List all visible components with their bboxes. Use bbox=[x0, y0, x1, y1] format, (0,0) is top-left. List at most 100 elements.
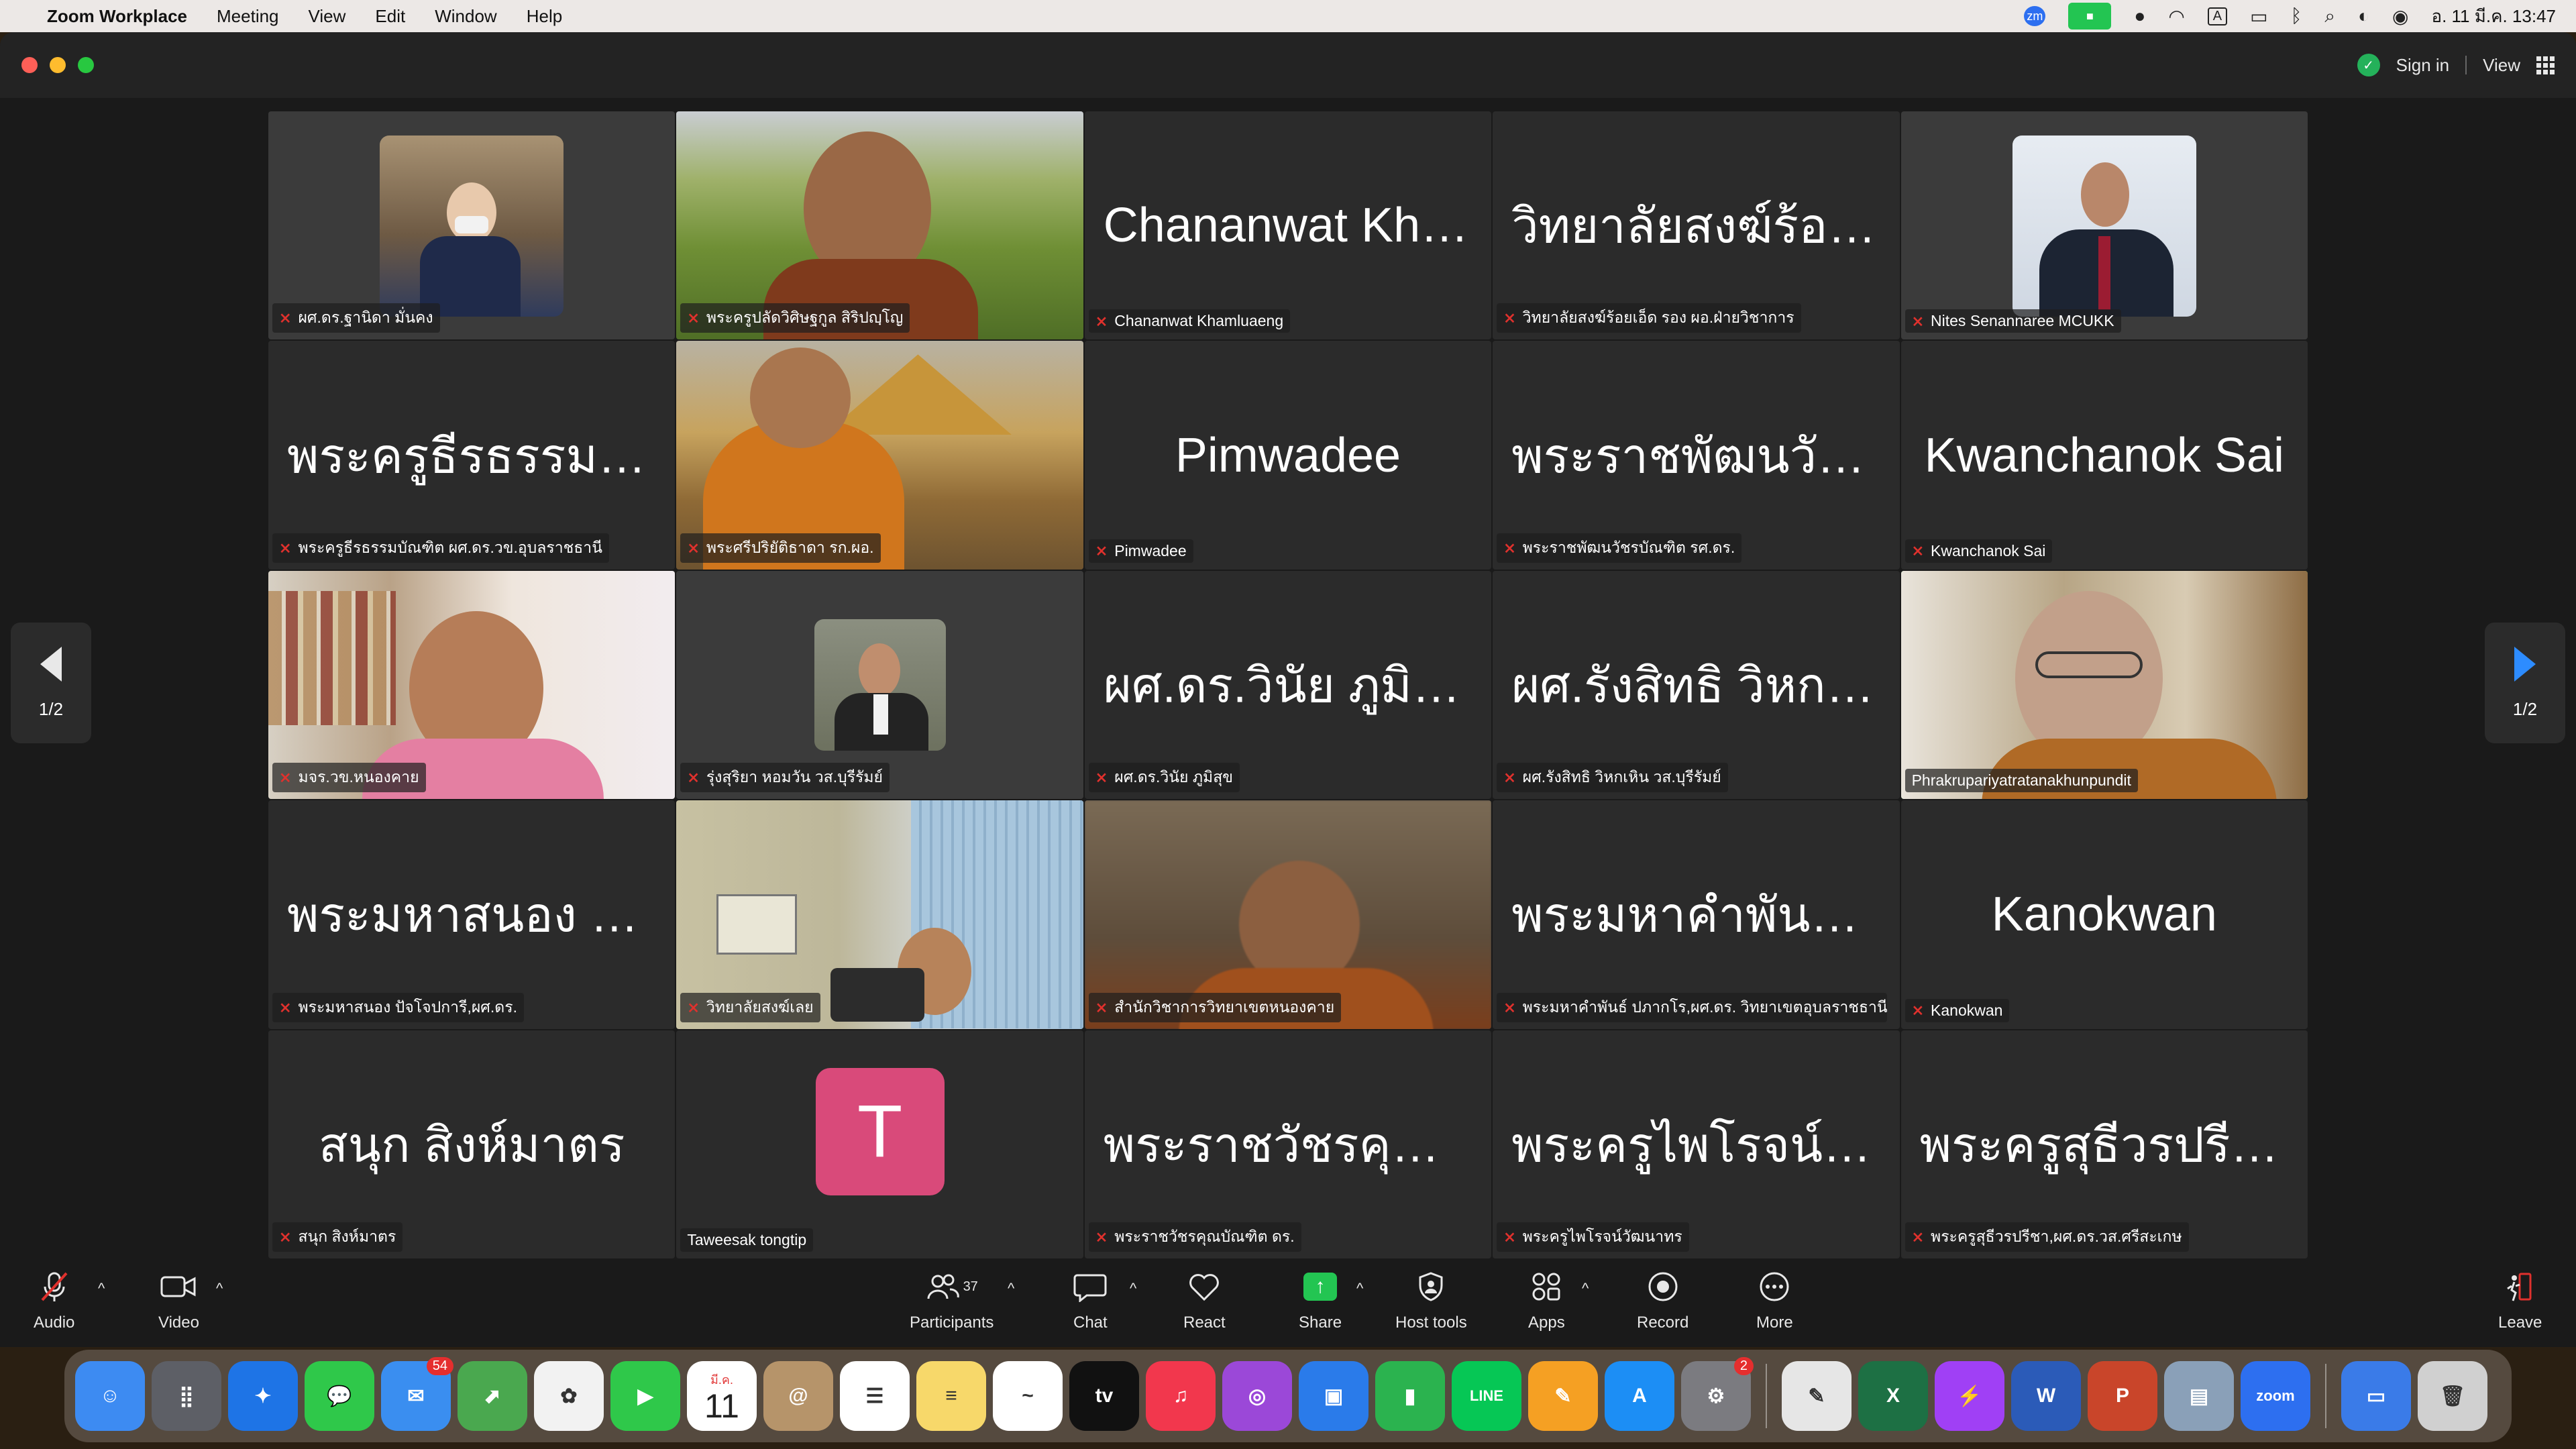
participant-tile[interactable]: Chananwat Kha... ⨯ Chananwat Khamluaeng bbox=[1084, 111, 1492, 340]
react-button[interactable]: React bbox=[1183, 1268, 1226, 1332]
participant-tile[interactable]: สนุก สิงห์มาตร ⨯ สนุก สิงห์มาตร bbox=[268, 1030, 676, 1258]
menu-app-name[interactable]: Zoom Workplace bbox=[47, 6, 187, 27]
battery-icon[interactable]: ▭ bbox=[2250, 5, 2267, 28]
dock-app-line-icon[interactable]: LINE bbox=[1452, 1361, 1521, 1431]
video-active-icon[interactable]: ■ bbox=[2068, 3, 2112, 30]
host-tools-button[interactable]: Host tools bbox=[1395, 1268, 1467, 1332]
menu-window[interactable]: Window bbox=[435, 6, 496, 27]
dock-app-keynote-icon[interactable]: ▣ bbox=[1299, 1361, 1368, 1431]
participant-tile[interactable]: พระครูไพโรจน์วั... ⨯ พระครูไพโรจน์วัฒนาทร bbox=[1493, 1030, 1900, 1258]
participant-tile[interactable]: ⨯ Nites Senannaree MCUKK bbox=[1900, 111, 2308, 340]
participants-options-caret-icon[interactable]: ^ bbox=[1008, 1280, 1014, 1297]
video-options-caret-icon[interactable]: ^ bbox=[216, 1280, 223, 1297]
leave-button[interactable]: Leave bbox=[2498, 1268, 2542, 1332]
chat-options-caret-icon[interactable]: ^ bbox=[1130, 1280, 1136, 1297]
wifi-icon[interactable]: ◠ bbox=[2168, 5, 2184, 28]
dock-app-launchpad-icon[interactable]: ⣿ bbox=[152, 1361, 221, 1431]
dock-app-podcasts-icon[interactable]: ◎ bbox=[1222, 1361, 1292, 1431]
participant-tile[interactable]: ผศ.ดร.วินัย ภูมิสุข ⨯ ผศ.ดร.วินัย ภูมิสุข bbox=[1084, 570, 1492, 800]
participant-tile[interactable]: ⨯ พระครูปลัดวิศิษฐกูล สิริปญฺโญ bbox=[676, 111, 1083, 340]
sign-in-button[interactable]: Sign in bbox=[2396, 55, 2450, 76]
dock-app-facetime-icon[interactable]: ▶ bbox=[610, 1361, 680, 1431]
audio-button[interactable]: Audio bbox=[34, 1268, 74, 1332]
encryption-shield-icon[interactable]: ✓ bbox=[2357, 54, 2380, 76]
dock-app-word-icon[interactable]: W bbox=[2011, 1361, 2081, 1431]
spotlight-search-icon[interactable]: ⌕ bbox=[2324, 5, 2335, 28]
menubar-clock[interactable]: อ. 11 มี.ค. 13:47 bbox=[2431, 3, 2556, 30]
menu-view[interactable]: View bbox=[309, 6, 346, 27]
dock-app-numbers-icon[interactable]: ▮ bbox=[1375, 1361, 1445, 1431]
participant-tile[interactable]: ⨯ ผศ.ดร.ฐานิดา มั่นคง bbox=[268, 111, 676, 340]
participant-tile[interactable]: พระมหาสนอง ปัจ... ⨯ พระมหาสนอง ปัจโจปการี,… bbox=[268, 800, 676, 1029]
participant-tile[interactable]: พระครูสุธีวรปรีชา... ⨯ พระครูสุธีวรปรีชา,ผ… bbox=[1900, 1030, 2308, 1258]
menu-help[interactable]: Help bbox=[527, 6, 562, 27]
view-button[interactable]: View bbox=[2483, 55, 2520, 76]
dock-app-zoom-icon[interactable]: zoom bbox=[2241, 1361, 2310, 1431]
bluetooth-icon[interactable]: ᛒ bbox=[2291, 5, 2302, 27]
share-options-caret-icon[interactable]: ^ bbox=[1356, 1280, 1363, 1297]
more-button[interactable]: More bbox=[1756, 1268, 1793, 1332]
participant-tile[interactable]: Phrakrupariyatratanakhunpundit bbox=[1900, 570, 2308, 800]
participant-tile[interactable]: พระมหาคำพันธ์ ป... ⨯ พระมหาคำพันธ์ ปภากโร,… bbox=[1493, 800, 1900, 1029]
dock-app-maps-icon[interactable]: ⬈ bbox=[458, 1361, 527, 1431]
participant-tile[interactable]: ผศ.รังสิทธิ วิหกเ... ⨯ ผศ.รังสิทธิ วิหกเหิ… bbox=[1493, 570, 1900, 800]
dock-app-tv-icon[interactable]: tv bbox=[1069, 1361, 1139, 1431]
menu-edit[interactable]: Edit bbox=[375, 6, 405, 27]
participant-tile[interactable]: ⨯ วิทยาลัยสงฆ์เลย bbox=[676, 800, 1083, 1029]
participant-tile[interactable]: ⨯ รุ่งสุริยา หอมวัน วส.บุรีรัมย์ bbox=[676, 570, 1083, 800]
dock-app-system-settings-icon[interactable]: ⚙ 2 bbox=[1681, 1357, 1754, 1431]
dock-app-reminders-icon[interactable]: ☰ bbox=[840, 1361, 910, 1431]
dock-app-notes-icon[interactable]: ≡ bbox=[916, 1361, 986, 1431]
dock-app-script-editor-icon[interactable]: ✎ bbox=[1782, 1361, 1851, 1431]
apps-button[interactable]: Apps bbox=[1528, 1268, 1565, 1332]
dock-app-excel-icon[interactable]: X bbox=[1858, 1361, 1928, 1431]
dock-app-finder-icon[interactable]: ☺ bbox=[75, 1361, 145, 1431]
dock-app-freeform-icon[interactable]: ~ bbox=[993, 1361, 1063, 1431]
line-status-icon[interactable]: ● bbox=[2134, 5, 2145, 27]
participant-tile[interactable]: Kwanchanok Sai ⨯ Kwanchanok Sai bbox=[1900, 341, 2308, 570]
previous-page-button[interactable]: 1/2 bbox=[11, 623, 91, 743]
participant-tile[interactable]: ⨯ พระศรีปริยัติธาดา รก.ผอ. bbox=[676, 341, 1083, 570]
dock-app-photos-icon[interactable]: ✿ bbox=[534, 1361, 604, 1431]
apps-options-caret-icon[interactable]: ^ bbox=[1582, 1280, 1589, 1297]
dock-app-messages-icon[interactable]: 💬 bbox=[305, 1361, 374, 1431]
siri-icon[interactable]: ◉ bbox=[2392, 5, 2408, 28]
dock-app-downloads-icon[interactable]: ▭ bbox=[2341, 1361, 2411, 1431]
dock-app-safari-icon[interactable]: ✦ bbox=[228, 1361, 298, 1431]
dock-app-messenger-icon[interactable]: ⚡ bbox=[1935, 1361, 2004, 1431]
dock-app-app-store-icon[interactable]: A bbox=[1605, 1361, 1674, 1431]
video-button[interactable]: Video bbox=[158, 1268, 199, 1332]
participant-tile[interactable]: วิทยาลัยสงฆ์ร้อยเ... ⨯ วิทยาลัยสงฆ์ร้อยเอ็… bbox=[1493, 111, 1900, 340]
minimize-window-button[interactable] bbox=[50, 57, 66, 73]
input-source-icon[interactable]: A bbox=[2207, 7, 2228, 25]
participant-name-label: ⨯ พระครูไพโรจน์วัฒนาทร bbox=[1497, 1222, 1689, 1252]
dock-app-mail-icon[interactable]: ✉ 54 bbox=[381, 1357, 453, 1431]
close-window-button[interactable] bbox=[21, 57, 38, 73]
dock-app-trash-icon[interactable]: 🗑 bbox=[2418, 1361, 2487, 1431]
participant-tile[interactable]: พระราชพัฒนวัชร... ⨯ พระราชพัฒนวัชรบัณฑิต ร… bbox=[1493, 341, 1900, 570]
participant-tile[interactable]: พระครูธีรธรรมบั... ⨯ พระครูธีรธรรมบัณฑิต ผ… bbox=[268, 341, 676, 570]
participant-tile[interactable]: ⨯ มจร.วข.หนองคาย bbox=[268, 570, 676, 800]
dock-app-pages-icon[interactable]: ✎ bbox=[1528, 1361, 1598, 1431]
dock-app-calendar-icon[interactable]: มี.ค. 11 bbox=[687, 1361, 757, 1431]
record-button[interactable]: Record bbox=[1637, 1268, 1688, 1332]
menu-meeting[interactable]: Meeting bbox=[217, 6, 279, 27]
next-page-button[interactable]: 1/2 bbox=[2485, 623, 2565, 743]
audio-options-caret-icon[interactable]: ^ bbox=[98, 1280, 105, 1297]
participant-tile[interactable]: T Taweesak tongtip bbox=[676, 1030, 1083, 1258]
dock-app-music-icon[interactable]: ♫ bbox=[1146, 1361, 1216, 1431]
dock-app-preview-icon[interactable]: ▤ bbox=[2164, 1361, 2234, 1431]
fullscreen-window-button[interactable] bbox=[78, 57, 94, 73]
gallery-grid-icon[interactable] bbox=[2536, 56, 2555, 74]
chat-button[interactable]: Chat bbox=[1073, 1268, 1108, 1332]
control-center-icon[interactable]: ◐ bbox=[2358, 5, 2369, 27]
share-button[interactable]: ↑ Share bbox=[1299, 1268, 1342, 1332]
participant-tile[interactable]: พระราชวัชรคุณบั... ⨯ พระราชวัชรคุณบัณฑิต ด… bbox=[1084, 1030, 1492, 1258]
participant-tile[interactable]: ⨯ สำนักวิชาการวิทยาเขตหนองคาย bbox=[1084, 800, 1492, 1029]
dock-app-powerpoint-icon[interactable]: P bbox=[2088, 1361, 2157, 1431]
zoom-status-icon[interactable]: zm bbox=[2024, 6, 2046, 26]
participant-tile[interactable]: Kanokwan ⨯ Kanokwan bbox=[1900, 800, 2308, 1029]
dock-app-contacts-icon[interactable]: @ bbox=[763, 1361, 833, 1431]
participants-button[interactable]: 37 Participants bbox=[910, 1268, 994, 1332]
participant-tile[interactable]: Pimwadee ⨯ Pimwadee bbox=[1084, 341, 1492, 570]
